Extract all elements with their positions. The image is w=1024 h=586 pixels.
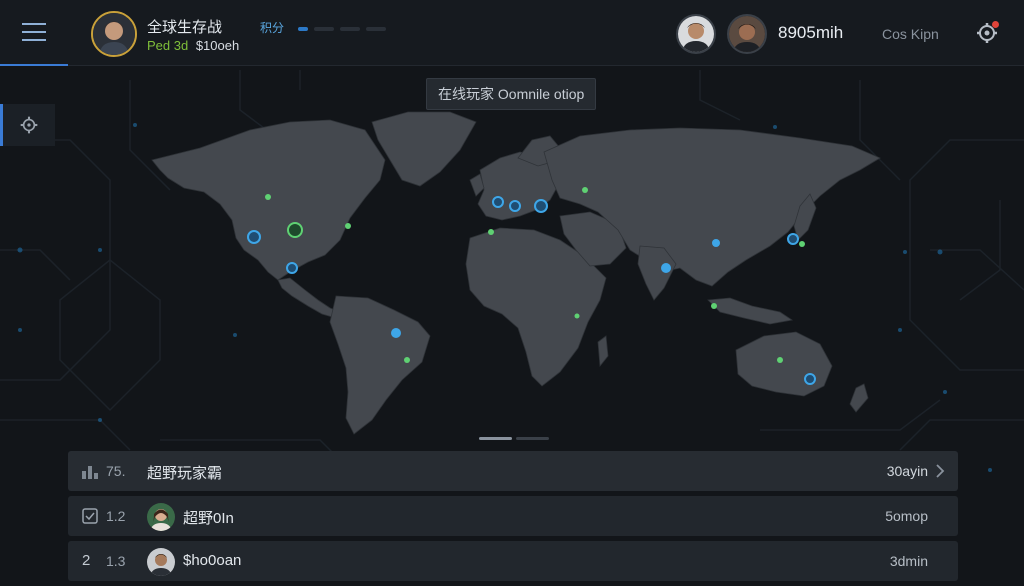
location-marker [582,187,588,193]
profile-name: 全球生存战 [147,19,223,36]
xp-segment [366,27,386,31]
south-america [329,295,431,435]
player-avatar [147,503,175,531]
location-marker [661,263,671,273]
location-marker [787,233,799,245]
row-icon-text: 2 [82,552,91,569]
location-marker [287,222,303,238]
xp-progress [298,27,386,31]
location-marker [712,239,720,247]
location-marker [286,262,298,274]
north-america [151,119,386,281]
player-score: 3dmin [889,553,928,569]
side-settings-button[interactable] [0,104,55,146]
profile-stats: Ped 3d $10oeh [147,38,239,53]
central-america [277,277,341,319]
location-marker [391,328,401,338]
xp-segment [298,27,308,31]
location-marker [345,223,351,229]
location-marker [509,200,521,212]
player-score: 5omop [885,508,928,524]
location-marker [777,357,783,363]
leaderboard-row[interactable]: 1.2 超野0In 5omop [68,496,958,536]
notification-badge [992,21,999,28]
currency-balance: 8905mih [778,23,844,42]
online-players-badge: 在线玩家 Oomnile otiop [426,78,597,110]
row-rank: 1.3 [106,553,126,569]
pager-dot[interactable] [479,437,512,440]
hamburger-icon [22,23,46,41]
gear-icon [20,116,38,134]
location-marker [492,196,504,208]
header-value: 30ayin [886,463,928,479]
leaderboard-list: 75. 超野玩家霸 30ayin 1.2 超野0In 5omop 2 1.3 $… [68,451,958,586]
player-name: 超野0In [183,510,234,527]
friend-avatar[interactable] [676,14,716,54]
friend-avatar[interactable] [727,14,767,54]
player-level: Ped 3d [147,38,189,53]
map-pager [479,437,549,440]
player-avatar [147,548,175,576]
location-marker [711,303,717,309]
location-marker [804,373,816,385]
leaderboard-row[interactable]: 2 1.3 $ho0oan 3dmin [68,541,958,581]
location-marker [534,199,548,213]
greenland [371,111,477,187]
leaderboard-title: 超野玩家霸 [147,465,223,482]
xp-segment [340,27,360,31]
pager-dot[interactable] [516,437,549,440]
xp-segment [314,27,334,31]
location-marker [404,357,410,363]
madagascar [597,335,609,368]
location-marker [799,241,805,247]
player-money: $10oeh [195,38,240,53]
leaderboard-icon [82,466,98,479]
new-zealand [849,383,869,413]
header-rank: 75. [106,463,126,479]
top-bar-divider [0,65,1024,66]
profile-avatar[interactable] [91,11,137,57]
account-link[interactable]: Cos Kipn [882,26,939,42]
menu-button[interactable] [0,0,68,66]
leaderboard-header-row[interactable]: 75. 超野玩家霸 30ayin [68,451,958,491]
player-name: $ho0oan [183,552,242,569]
row-rank: 1.2 [106,508,126,524]
world-map[interactable] [140,100,900,440]
southeast-asia [707,297,794,325]
location-marker [265,194,271,200]
location-marker [247,230,261,244]
chevron-right-icon [936,464,945,478]
checkbox-icon[interactable] [82,508,98,524]
location-marker [488,229,494,235]
australia [735,331,833,397]
xp-label: 积分 [260,21,285,35]
location-marker [574,313,580,319]
